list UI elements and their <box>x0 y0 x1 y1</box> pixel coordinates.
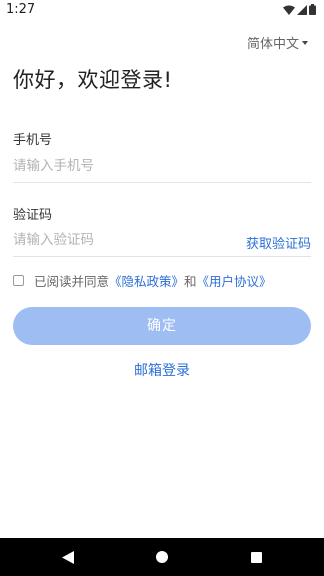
phone-input[interactable] <box>13 155 311 177</box>
language-select[interactable]: 简体中文 <box>247 33 308 52</box>
code-divider <box>13 256 311 257</box>
phone-label: 手机号 <box>13 133 53 148</box>
back-icon <box>62 550 74 564</box>
email-login-link[interactable]: 邮箱登录 <box>0 360 324 380</box>
recents-button[interactable] <box>236 538 276 576</box>
agreement-and: 和 <box>184 274 197 289</box>
home-button[interactable] <box>142 538 182 576</box>
status-icons <box>283 4 316 15</box>
status-time: 1:27 <box>6 2 36 17</box>
get-code-button[interactable]: 获取验证码 <box>246 233 311 252</box>
agreement-checkbox[interactable] <box>13 275 24 286</box>
language-label: 简体中文 <box>246 37 299 52</box>
wifi-icon <box>283 5 295 15</box>
battery-icon <box>309 4 316 15</box>
user-agreement-link[interactable]: 《用户协议》 <box>197 271 272 290</box>
home-icon <box>156 551 168 563</box>
page-title: 你好，欢迎登录! <box>13 68 173 92</box>
agreement-prefix: 已阅读并同意 <box>34 274 110 289</box>
privacy-policy-link[interactable]: 《隐私政策》 <box>109 271 184 290</box>
chevron-down-icon <box>302 41 308 45</box>
code-input[interactable] <box>13 229 233 251</box>
confirm-button[interactable]: 确定 <box>13 307 311 345</box>
back-button[interactable] <box>48 538 88 576</box>
status-bar: 1:27 <box>0 0 324 20</box>
navigation-bar <box>0 538 324 576</box>
recents-icon <box>250 551 262 563</box>
login-screen: 1:27 简体中文 你好，欢迎登录! 手机号 请输入手机号 验证码 请输入验证码… <box>0 0 324 576</box>
signal-icon <box>297 4 307 15</box>
code-label: 验证码 <box>13 208 53 223</box>
agreement-row: 已阅读并同意 《隐私政策》 和 《用户协议》 <box>13 271 272 290</box>
phone-divider <box>13 182 311 183</box>
